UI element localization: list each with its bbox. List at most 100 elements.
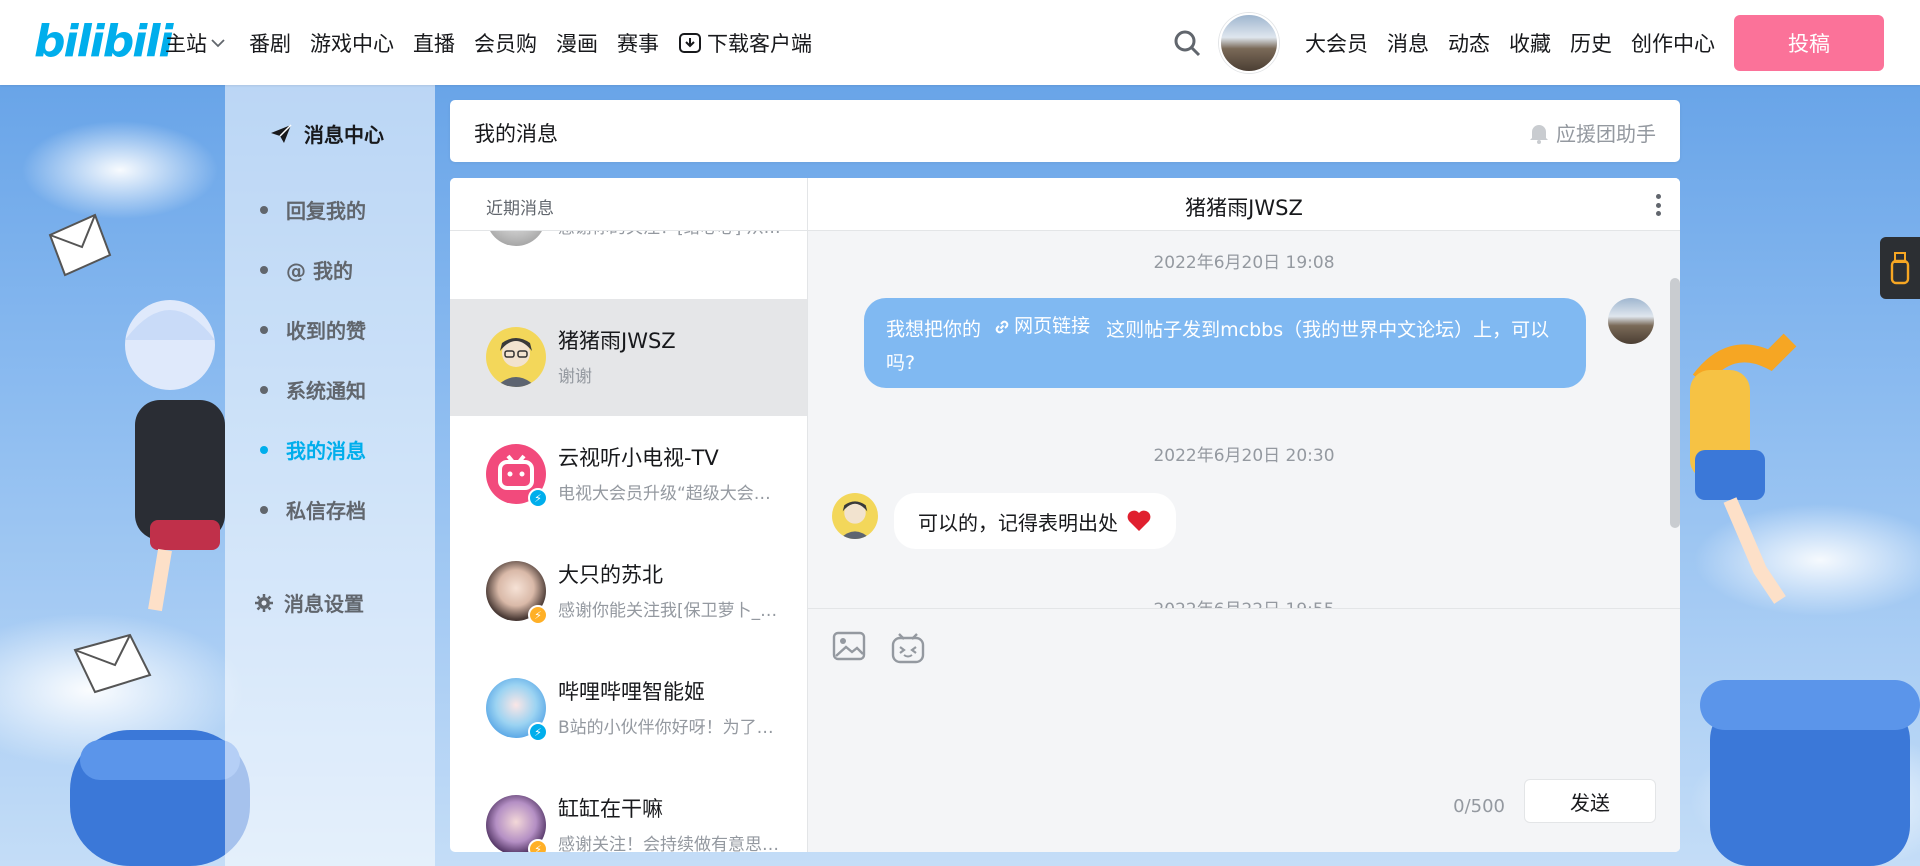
chat-scrollbar[interactable] — [1670, 278, 1680, 528]
chat-header: 猪猪雨JWSZ — [808, 178, 1680, 231]
nav-vip[interactable]: 大会员 — [1305, 28, 1368, 58]
message-panel: 近期消息 … 感谢你的关注！[给心心] 从… 猪猪雨JWSZ 谢谢 ⚡ 云视听小… — [450, 178, 1680, 852]
more-options-icon[interactable] — [1656, 192, 1662, 218]
conversation-name: 哔哩哔哩智能姬 — [558, 680, 705, 704]
bullet-icon — [260, 205, 268, 214]
message-composer: 0/500 发送 — [808, 608, 1680, 852]
nav-messages[interactable]: 消息 — [1387, 28, 1429, 58]
nav-manga[interactable]: 漫画 — [556, 28, 598, 58]
nav-home[interactable]: 主站 — [165, 28, 230, 58]
download-icon — [679, 32, 701, 53]
conversation-item[interactable]: ⚡ 哔哩哔哩智能姬 B站的小伙伴你好呀！为了… — [450, 650, 807, 767]
conversation-name: 大只的苏北 — [558, 563, 663, 587]
nav-live[interactable]: 直播 — [413, 28, 455, 58]
my-avatar[interactable] — [1608, 298, 1654, 344]
sidebar-item-likes[interactable]: 收到的赞 — [260, 315, 366, 344]
conversation-name: 猪猪雨JWSZ — [558, 329, 676, 353]
character-decoration — [125, 300, 225, 612]
chat-window: 猪猪雨JWSZ 2022年6月20日 19:08 我想把你的 网页链接 这则帖子… — [808, 178, 1680, 852]
sidebar-item-mentions[interactable]: @ 我的 — [260, 255, 353, 284]
sidebar-title: 消息中心 — [270, 119, 384, 148]
sidebar-item-my-messages[interactable]: 我的消息 — [260, 435, 366, 464]
sidebar-item-archive[interactable]: 私信存档 — [260, 495, 366, 524]
message-text: 我想把你的 — [886, 318, 982, 341]
paper-plane-icon — [271, 123, 292, 143]
verified-badge-icon: ⚡ — [528, 488, 548, 508]
nav-dynamics[interactable]: 动态 — [1448, 28, 1490, 58]
conversation-item-selected[interactable]: 猪猪雨JWSZ 谢谢 — [450, 299, 807, 416]
usb-icon — [1890, 252, 1910, 285]
floating-side-tab[interactable] — [1880, 237, 1920, 299]
upload-button[interactable]: 投稿 — [1734, 14, 1884, 71]
sidebar-item-label: 收到的赞 — [286, 319, 366, 343]
support-helper-link[interactable]: 应援团助手 — [1528, 118, 1656, 147]
nav-anime[interactable]: 番剧 — [249, 28, 291, 58]
conversation-preview: 感谢关注！会持续做有意思… — [558, 835, 779, 852]
incoming-message-bubble: 可以的，记得表明出处 — [894, 493, 1176, 549]
gear-icon — [255, 593, 273, 612]
heart-emoji-icon — [1127, 510, 1151, 531]
link-icon — [995, 320, 1009, 333]
conversation-item[interactable]: ⚡ 缸缸在干嘛 感谢关注！会持续做有意思… — [450, 767, 807, 852]
character-decoration — [1690, 333, 1797, 604]
outgoing-message-bubble: 我想把你的 网页链接 这则帖子发到mcbbs（我的世界中文论坛）上，可以吗? — [864, 298, 1586, 388]
sidebar-item-label: 我的消息 — [286, 439, 366, 463]
verified-badge-icon: ⚡ — [528, 839, 548, 852]
nav-favorites[interactable]: 收藏 — [1509, 28, 1551, 58]
avatar — [486, 327, 546, 387]
bullet-icon — [260, 445, 268, 454]
conversation-item[interactable]: ⚡ 大只的苏北 感谢你能关注我[保卫萝卜_… — [450, 533, 807, 650]
nav-game-center[interactable]: 游戏中心 — [310, 28, 394, 58]
conversation-preview: 电视大会员升级“超级大会… — [558, 484, 771, 504]
sidebar-item-label: 回复我的 — [286, 199, 366, 223]
send-button[interactable]: 发送 — [1524, 779, 1656, 823]
envelope-decoration — [73, 633, 152, 694]
conversation-name: 云视听小电视-TV — [558, 446, 719, 470]
bullet-icon — [260, 325, 268, 334]
nav-member-shop[interactable]: 会员购 — [474, 28, 537, 58]
message-timestamp: 2022年6月20日 19:08 — [1153, 253, 1335, 273]
sidebar-item-label: 系统通知 — [286, 379, 366, 403]
conversation-list: 近期消息 … 感谢你的关注！[给心心] 从… 猪猪雨JWSZ 谢谢 ⚡ 云视听小… — [450, 178, 808, 852]
web-link[interactable]: 网页链接 — [987, 310, 1090, 343]
conversation-name: 缸缸在干嘛 — [558, 797, 663, 821]
bell-icon — [1530, 124, 1548, 144]
nav-esports[interactable]: 赛事 — [617, 28, 659, 58]
emoji-icon[interactable] — [890, 629, 926, 665]
verified-badge-icon: ⚡ — [528, 722, 548, 742]
page-title-card: 我的消息 应援团助手 — [450, 100, 1680, 162]
message-sidebar: 消息中心 回复我的 @ 我的 收到的赞 系统通知 我的消息 私信存档 消息设置 — [225, 85, 435, 866]
bullet-icon — [260, 505, 268, 514]
envelope-decoration — [48, 213, 112, 277]
bullet-icon — [260, 385, 268, 394]
conversation-preview: B站的小伙伴你好呀！为了… — [558, 718, 774, 738]
conversation-list-title: 近期消息 — [486, 199, 554, 219]
user-nav: 大会员 消息 动态 收藏 历史 创作中心 投稿 — [1173, 0, 1920, 85]
sidebar-item-system-notice[interactable]: 系统通知 — [260, 375, 366, 404]
sidebar-item-settings[interactable]: 消息设置 — [255, 588, 364, 617]
settings-label: 消息设置 — [284, 592, 364, 616]
conversation-list-header: 近期消息 — [450, 178, 807, 231]
image-upload-icon[interactable] — [832, 629, 866, 663]
conversation-preview: 谢谢 — [558, 367, 592, 387]
main-nav: 主站 番剧 游戏中心 直播 会员购 漫画 赛事 下载客户端 — [165, 0, 831, 85]
contact-avatar[interactable] — [832, 493, 878, 539]
page-title: 我的消息 — [474, 122, 558, 146]
search-icon[interactable] — [1173, 29, 1201, 57]
chat-contact-name: 猪猪雨JWSZ — [1185, 196, 1303, 220]
mailbox-decoration — [1700, 680, 1920, 866]
nav-creator-center[interactable]: 创作中心 — [1631, 28, 1715, 58]
conversation-item[interactable]: ⚡ 云视听小电视-TV 电视大会员升级“超级大会… — [450, 416, 807, 533]
message-text: 这则帖子发到mcbbs（我的世界中文论坛）上，可以吗? — [886, 318, 1550, 374]
sidebar-item-replies[interactable]: 回复我的 — [260, 195, 366, 224]
bilibili-logo[interactable]: bilibili — [34, 16, 173, 67]
nav-history[interactable]: 历史 — [1570, 28, 1612, 58]
message-text: 可以的，记得表明出处 — [918, 510, 1118, 535]
link-text: 网页链接 — [1014, 315, 1091, 337]
verified-badge-icon: ⚡ — [528, 605, 548, 625]
user-avatar[interactable] — [1219, 12, 1279, 73]
character-counter: 0/500 — [1453, 796, 1505, 817]
nav-download-client[interactable]: 下载客户端 — [678, 28, 812, 58]
mailbox-decoration — [70, 730, 250, 866]
chevron-down-icon — [211, 38, 225, 47]
